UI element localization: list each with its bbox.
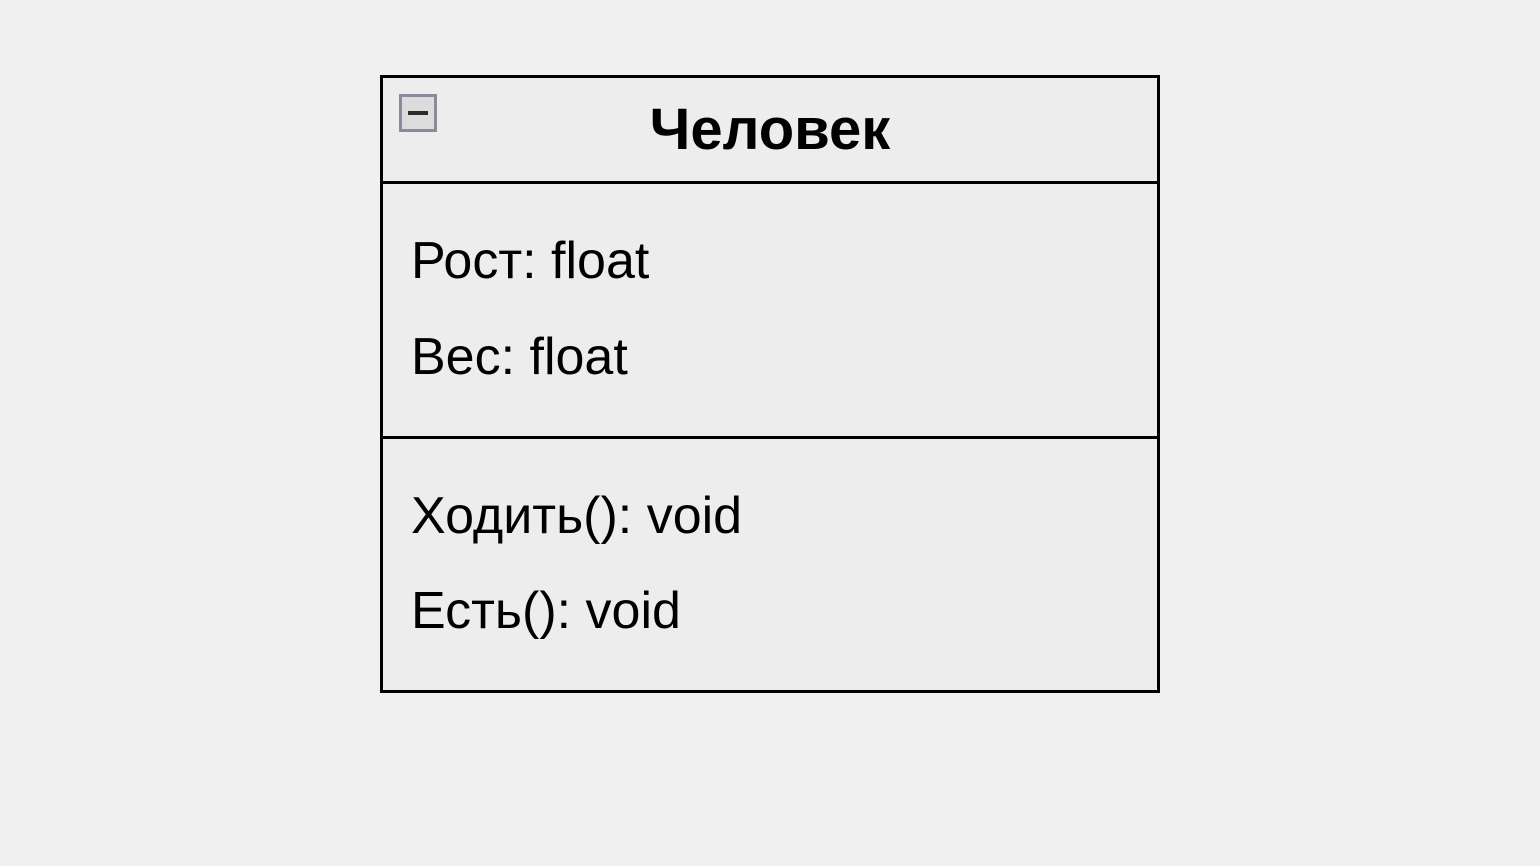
collapse-toggle[interactable]: [399, 94, 437, 132]
uml-attribute: Рост: float: [411, 214, 1129, 310]
uml-class-name: Человек: [403, 96, 1137, 163]
uml-attribute: Вес: float: [411, 310, 1129, 406]
uml-attributes-section: Рост: float Вес: float: [383, 184, 1157, 439]
uml-method: Ходить(): void: [411, 469, 1129, 565]
uml-class-box: Человек Рост: float Вес: float Ходить():…: [380, 75, 1160, 693]
uml-method: Есть(): void: [411, 564, 1129, 660]
minus-icon: [408, 111, 428, 115]
uml-class-header: Человек: [383, 78, 1157, 184]
uml-methods-section: Ходить(): void Есть(): void: [383, 439, 1157, 691]
